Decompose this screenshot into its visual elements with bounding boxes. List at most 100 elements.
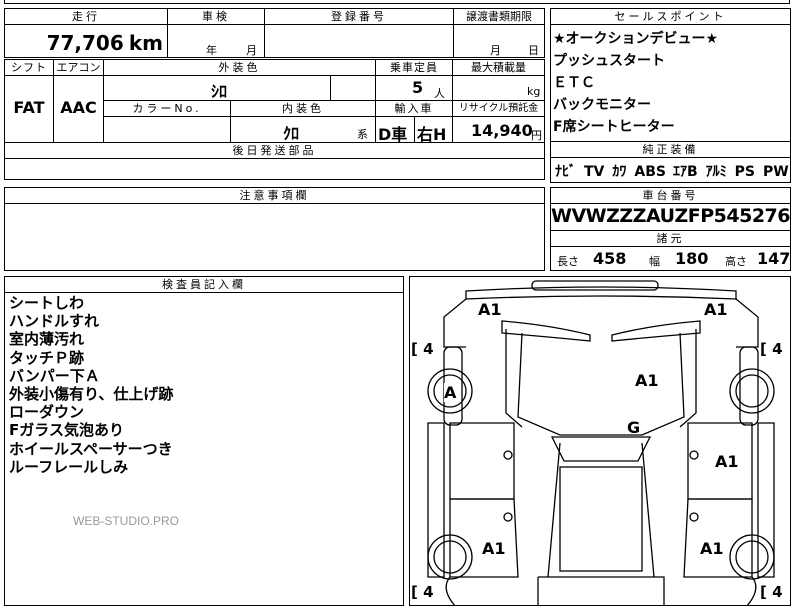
notes-label: 注意事項欄	[5, 188, 544, 204]
ac-label: エアコン	[54, 60, 103, 76]
sales-point-item: バックモニター	[553, 97, 651, 113]
inspection-month: 月	[246, 44, 257, 57]
equipment-item: PW	[763, 164, 789, 180]
recycle-label: リサイクル預託金	[453, 101, 544, 117]
capacity-box: 乗車定員 5 人	[375, 59, 453, 101]
tire-fl-bracket: [ 4	[411, 340, 434, 358]
ac-value: AAC	[60, 98, 97, 117]
shift-label: シフト	[5, 60, 53, 76]
watermark: WEB-STUDIO.PRO	[73, 514, 180, 528]
max-load-label: 最大積載量	[453, 60, 544, 76]
max-load-unit: kg	[527, 85, 541, 98]
height-value: 147	[757, 249, 791, 268]
transfer-month: 月	[490, 44, 501, 57]
later-parts-box: 後日発送部品	[4, 142, 545, 180]
recycle-box: リサイクル預託金 14,940 円	[452, 100, 545, 143]
sales-points-list: ★オークションデビュー★ プッシュスタート ＥＴＣ バックモニター F席シートヒ…	[553, 28, 718, 138]
mark-front-right: A1	[704, 300, 728, 319]
tire-rl-value: 4	[423, 583, 434, 601]
sales-point-item: プッシュスタート	[553, 53, 665, 69]
interior-color-label: 内装色	[231, 101, 375, 117]
sales-point-item: ★オークションデビュー★	[553, 31, 719, 47]
inspector-note: 室内薄汚れ	[9, 330, 85, 349]
standard-equipment-box: 純正装備 ﾅﾋﾞ TV ｶﾜ ABS ｴｱB ｱﾙﾐ PS PW	[550, 141, 791, 183]
equipment-item: ｶﾜ	[612, 164, 627, 180]
car-diagram: A1 A1 A A1 G A1 A1 A1 [ 4 [ 4 [ 4 [ 4	[409, 276, 791, 606]
sales-point-item: F席シートヒーター	[553, 119, 675, 135]
later-parts-label: 後日発送部品	[5, 143, 544, 159]
import-box: 輸入車 D車 右H	[375, 100, 453, 143]
mark-roof: G	[627, 418, 641, 437]
mileage-unit: km	[128, 31, 163, 55]
inspector-note: ホイールスペーサーつき	[9, 439, 173, 458]
dimensions-label: 諸元	[551, 231, 790, 247]
mark-right-door: A1	[715, 452, 739, 471]
sales-points-label: セールスポイント	[551, 9, 790, 25]
inspector-notes-list: シートしわ ハンドルすれ 室内薄汚れ タッチＰ跡 バンパー下Ａ 外装小傷有り、仕…	[9, 294, 173, 476]
mark-front-left: A1	[478, 300, 502, 319]
exterior-color-label: 外装色	[104, 60, 375, 76]
tire-rl-bracket: [ 4	[411, 583, 434, 601]
transfer-day: 日	[528, 44, 539, 57]
exterior-color-box: 外装色 ｼﾛ	[103, 59, 376, 101]
color-no-label: カラーNo.	[104, 101, 230, 117]
max-load-box: 最大積載量 kg	[452, 59, 545, 101]
inspector-box: 検査員記入欄 シートしわ ハンドルすれ 室内薄汚れ タッチＰ跡 バンパー下Ａ 外…	[4, 276, 404, 606]
exterior-color-value: ｼﾛ	[210, 82, 227, 101]
mark-front-left-wheel: A	[444, 383, 457, 402]
inspector-note: バンパー下Ａ	[9, 366, 100, 385]
recycle-value: 14,940	[471, 121, 533, 140]
color-no-box: カラーNo.	[103, 100, 231, 143]
capacity-value: 5	[412, 78, 424, 97]
equipment-item: ABS	[634, 164, 666, 180]
inspection-label: 車検	[168, 9, 264, 25]
transfer-box: 譲渡書類期限 月 日	[453, 8, 545, 58]
car-outline	[427, 280, 775, 605]
tire-rr-value: 4	[772, 583, 783, 601]
capacity-label: 乗車定員	[376, 60, 452, 76]
transfer-label: 譲渡書類期限	[454, 9, 544, 25]
chassis-value: WVWZZZAUZFP545276	[551, 205, 791, 227]
equipment-item: PS	[734, 164, 755, 180]
inspector-note: ハンドルすれ	[9, 312, 100, 331]
registration-label: 登録番号	[265, 9, 453, 25]
chassis-box: 車台番号 WVWZZZAUZFP545276	[550, 187, 791, 231]
standard-equipment-label: 純正装備	[551, 142, 790, 158]
inspector-note: タッチＰ跡	[9, 348, 85, 367]
sales-points-box: セールスポイント ★オークションデビュー★ プッシュスタート ＥＴＣ バックモニ…	[550, 8, 791, 142]
tire-fr-value: 4	[772, 340, 783, 358]
equipment-item: ｱﾙﾐ	[705, 164, 727, 180]
equipment-item: TV	[584, 164, 605, 180]
notes-box: 注意事項欄	[4, 187, 545, 271]
shift-value: FAT	[13, 98, 45, 117]
inspector-note: シートしわ	[9, 294, 85, 312]
length-value: 458	[593, 249, 627, 268]
mark-hood: A1	[635, 371, 659, 390]
equipment-item: ｴｱB	[672, 164, 698, 180]
inspector-note: ルーフレールしみ	[9, 457, 129, 476]
shift-box: シフト FAT	[4, 59, 54, 143]
mileage-value: 77,706	[46, 31, 124, 55]
inspector-note: Fガラス気泡あり	[9, 421, 124, 440]
mileage-label: 走行	[5, 9, 167, 25]
chassis-label: 車台番号	[551, 188, 790, 204]
inspector-label: 検査員記入欄	[5, 277, 403, 293]
mark-rear-right-wheel: A1	[700, 539, 724, 558]
tire-fr-bracket: [ 4	[760, 340, 783, 358]
tire-rr-bracket: [ 4	[760, 583, 783, 601]
height-label: 高さ	[725, 255, 747, 268]
width-value: 180	[675, 249, 709, 268]
sales-point-item: ＥＴＣ	[553, 75, 595, 91]
length-label: 長さ	[557, 255, 579, 268]
mileage-box: 走行 77,706 km	[4, 8, 168, 58]
import-label: 輸入車	[376, 101, 452, 117]
ac-box: エアコン AAC	[53, 59, 104, 143]
inspection-box: 車検 年 月	[167, 8, 265, 58]
interior-color-suffix: 系	[357, 128, 368, 141]
import-value-2: 右H	[417, 125, 447, 143]
registration-box: 登録番号	[264, 8, 454, 58]
tire-fl-value: 4	[423, 340, 434, 358]
inspector-note: 外装小傷有り、仕上げ跡	[9, 385, 174, 404]
top-strip	[4, 0, 790, 4]
interior-color-value: ｸﾛ	[283, 124, 300, 143]
